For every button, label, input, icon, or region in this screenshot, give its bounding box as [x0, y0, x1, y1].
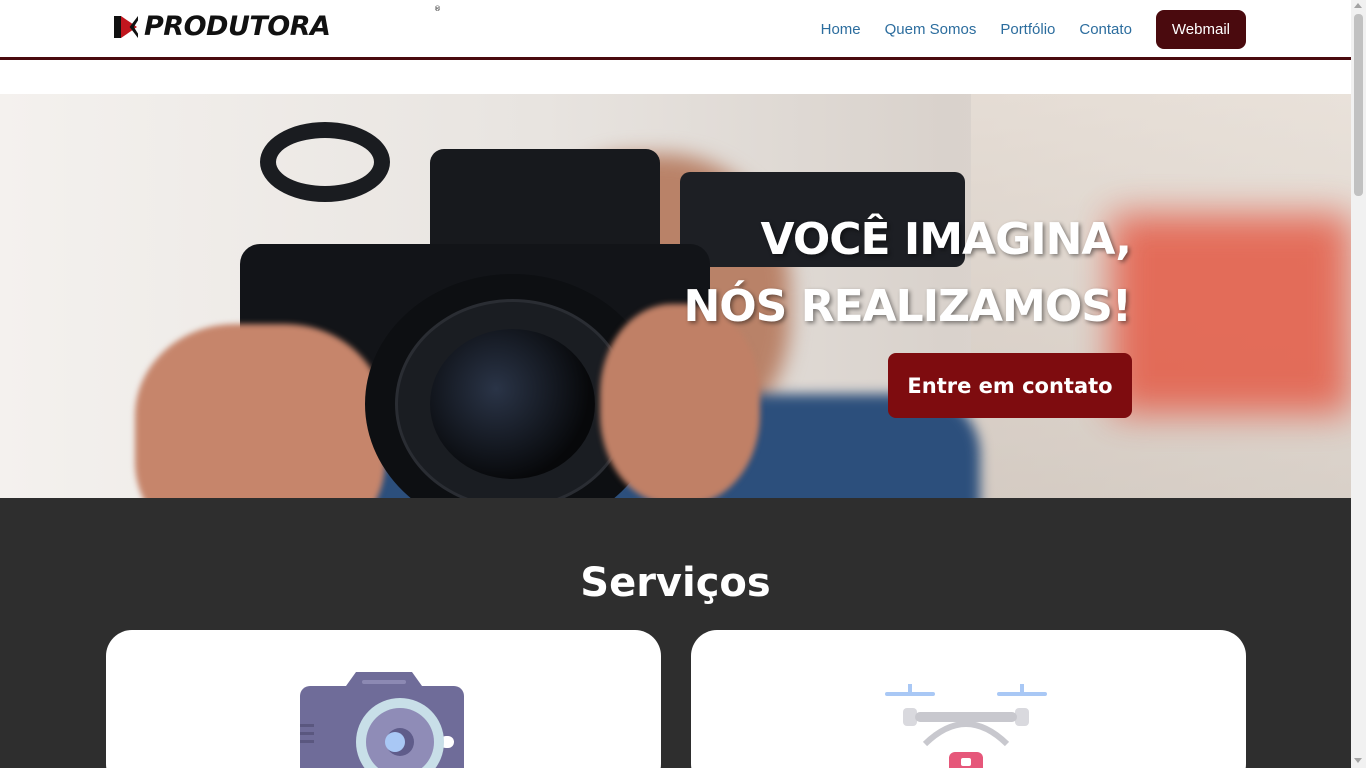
- logo-registered-mark: ®: [434, 5, 441, 13]
- hero-banner: VOCÊ IMAGINA, NÓS REALIZAMOS! Entre em c…: [0, 94, 1351, 498]
- page-scrollbar[interactable]: [1351, 0, 1366, 768]
- webmail-button[interactable]: Webmail: [1155, 9, 1246, 49]
- nav-quem-somos[interactable]: Quem Somos: [885, 21, 977, 38]
- site-header: PRODUTORA ® Home Quem Somos Portfólio Co…: [0, 0, 1351, 60]
- drone-icon: [885, 684, 1047, 768]
- service-card-drone[interactable]: [691, 630, 1246, 768]
- nav-home[interactable]: Home: [821, 21, 861, 38]
- nav-contato[interactable]: Contato: [1079, 21, 1132, 38]
- hero-title: VOCÊ IMAGINA, NÓS REALIZAMOS!: [683, 206, 1132, 340]
- scroll-up-arrow-icon[interactable]: [1354, 3, 1362, 8]
- main-nav: Home Quem Somos Portfólio Contato Webmai…: [797, 0, 1246, 58]
- contact-cta-button[interactable]: Entre em contato: [888, 353, 1132, 418]
- camera-icon: [300, 672, 464, 768]
- logo-mark-icon: [114, 13, 138, 39]
- scrollbar-thumb[interactable]: [1354, 14, 1363, 196]
- nav-portfolio[interactable]: Portfólio: [1000, 21, 1055, 38]
- logo-text: PRODUTORA: [144, 10, 331, 42]
- services-title: Serviços: [580, 560, 771, 606]
- hero-title-line1: VOCÊ IMAGINA,: [760, 214, 1132, 265]
- services-section: Serviços: [0, 498, 1351, 768]
- scroll-down-arrow-icon[interactable]: [1354, 758, 1362, 763]
- service-card-photo[interactable]: [106, 630, 661, 768]
- logo[interactable]: PRODUTORA ®: [114, 5, 441, 44]
- hero-title-line2: NÓS REALIZAMOS!: [683, 281, 1132, 332]
